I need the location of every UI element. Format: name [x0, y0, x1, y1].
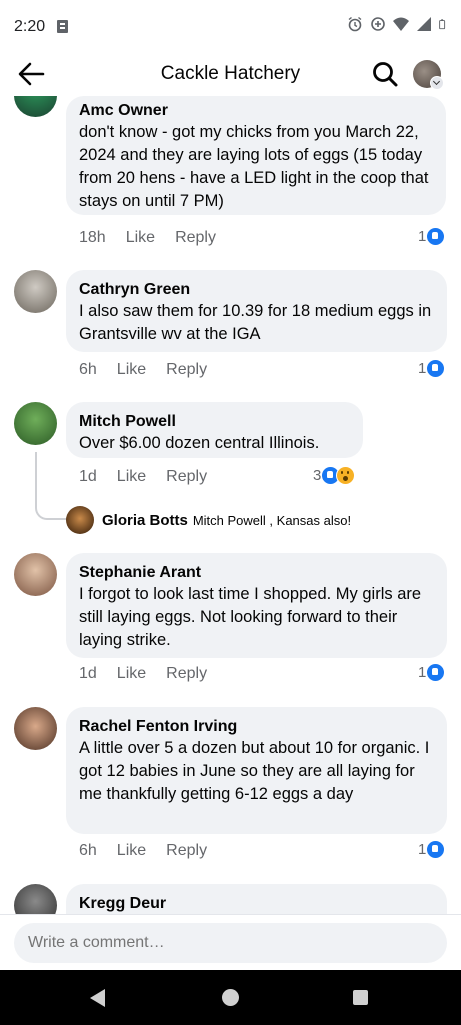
comment-author[interactable]: Amc Owner	[79, 101, 433, 121]
nav-recents-icon[interactable]	[353, 990, 368, 1005]
comment-bubble[interactable]: Kregg Deur	[66, 884, 447, 914]
reply-preview[interactable]: Gloria Botts Mitch Powell , Kansas also!	[66, 506, 351, 534]
avatar[interactable]	[14, 707, 57, 750]
data-saver-icon	[371, 17, 385, 31]
reply-button[interactable]: Reply	[175, 229, 216, 247]
reaction-number: 1	[418, 664, 427, 681]
avatar[interactable]	[14, 96, 57, 117]
system-nav-bar	[0, 970, 461, 1025]
like-button[interactable]: Like	[126, 229, 155, 247]
reaction-number: 1	[418, 228, 427, 245]
reply-text: Mitch Powell , Kansas also!	[192, 512, 352, 528]
comment-bubble[interactable]: Mitch Powell Over $6.00 dozen central Il…	[66, 402, 363, 458]
wow-reaction-icon	[336, 466, 356, 485]
like-button[interactable]: Like	[117, 361, 146, 379]
like-button[interactable]: Like	[117, 468, 146, 486]
comment-actions: 1d Like Reply	[79, 665, 227, 683]
reaction-number: 1	[418, 360, 427, 377]
like-reaction-icon	[426, 227, 446, 246]
comment-bubble[interactable]: Cathryn Green I also saw them for 10.39 …	[66, 270, 447, 352]
comment-text: don't know - got my chicks from you Marc…	[79, 123, 429, 210]
wifi-icon	[393, 17, 409, 31]
comment-composer	[0, 914, 461, 971]
reply-button[interactable]: Reply	[166, 842, 207, 860]
like-button[interactable]: Like	[117, 842, 146, 860]
reply-button[interactable]: Reply	[166, 361, 207, 379]
reaction-count[interactable]: 3	[313, 466, 356, 485]
comment-actions: 18h Like Reply	[79, 229, 236, 247]
comment-actions: 1d Like Reply	[79, 468, 227, 486]
avatar[interactable]	[14, 884, 57, 914]
reply-button[interactable]: Reply	[166, 665, 207, 683]
battery-icon	[439, 19, 446, 30]
comment-text: A little over 5 a dozen but about 10 for…	[79, 739, 430, 803]
comment-author[interactable]: Kregg Deur	[79, 894, 434, 914]
profile-avatar[interactable]	[413, 60, 444, 90]
comment-bubble[interactable]: Amc Owner don't know - got my chicks fro…	[66, 96, 446, 215]
comment-bubble[interactable]: Rachel Fenton Irving A little over 5 a d…	[66, 707, 447, 834]
nav-home-icon[interactable]	[222, 989, 239, 1006]
signal-icon	[417, 17, 431, 31]
comment-text: Over $6.00 dozen central Illinois.	[79, 434, 320, 452]
reaction-number: 3	[313, 467, 322, 484]
comment-time[interactable]: 18h	[79, 229, 106, 247]
status-bar: 2:20	[0, 0, 461, 52]
reaction-count[interactable]: 1	[418, 663, 446, 682]
reply-author[interactable]: Gloria Botts	[102, 512, 188, 529]
comment-text: I forgot to look last time I shopped. My…	[79, 585, 422, 649]
comment-time[interactable]: 6h	[79, 842, 97, 860]
status-time: 2:20	[14, 18, 46, 35]
search-icon[interactable]	[371, 60, 399, 88]
alarm-icon	[348, 16, 362, 32]
comment-time[interactable]: 1d	[79, 665, 97, 683]
comment-author[interactable]: Cathryn Green	[79, 280, 434, 300]
comment-author[interactable]: Mitch Powell	[79, 412, 350, 432]
comment-bubble[interactable]: Stephanie Arant I forgot to look last ti…	[66, 553, 447, 658]
like-reaction-icon	[426, 663, 446, 682]
avatar[interactable]	[14, 270, 57, 313]
reaction-count[interactable]: 1	[418, 359, 446, 378]
reaction-number: 1	[418, 841, 427, 858]
top-app-bar: Cackle Hatchery	[0, 52, 461, 96]
avatar[interactable]	[66, 506, 94, 534]
status-icons	[347, 16, 449, 32]
like-button[interactable]: Like	[117, 665, 146, 683]
sim-icon	[57, 20, 68, 33]
nav-back-icon[interactable]	[90, 989, 105, 1007]
avatar[interactable]	[14, 402, 57, 445]
reaction-count[interactable]: 1	[418, 840, 446, 859]
like-reaction-icon	[426, 359, 446, 378]
comment-actions: 6h Like Reply	[79, 361, 227, 379]
comment-author[interactable]: Rachel Fenton Irving	[79, 717, 434, 737]
avatar[interactable]	[14, 553, 57, 596]
write-comment-input[interactable]	[14, 923, 447, 963]
reply-button[interactable]: Reply	[166, 468, 207, 486]
like-reaction-icon	[426, 840, 446, 859]
comment-time[interactable]: 6h	[79, 361, 97, 379]
comments-feed: Amc Owner don't know - got my chicks fro…	[0, 96, 461, 914]
comment-time[interactable]: 1d	[79, 468, 97, 486]
reaction-count[interactable]: 1	[418, 227, 446, 246]
comment-actions: 6h Like Reply	[79, 842, 227, 860]
chevron-down-icon	[430, 76, 444, 90]
comment-author[interactable]: Stephanie Arant	[79, 563, 434, 583]
comment-text: I also saw them for 10.39 for 18 medium …	[79, 302, 432, 343]
